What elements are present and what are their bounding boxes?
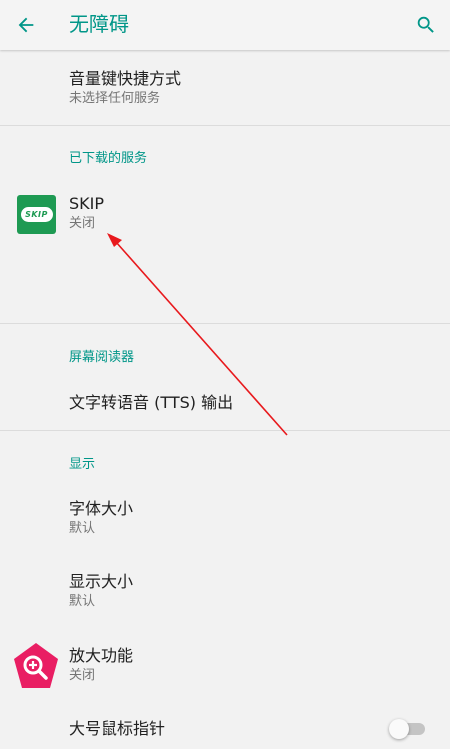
arrow-back-icon (18, 17, 34, 33)
downloaded-services-header: 已下载的服务 (69, 151, 148, 166)
magnification-item[interactable]: 放大功能 关闭 (0, 632, 450, 702)
large-pointer-toggle[interactable] (389, 718, 427, 740)
display-size-title: 显示大小 (69, 572, 134, 591)
divider (0, 430, 450, 431)
volume-shortcut-item[interactable]: 音量键快捷方式 未选择任何服务 (0, 52, 450, 125)
tts-output-title: 文字转语音 (TTS) 输出 (69, 393, 234, 412)
font-size-item[interactable]: 字体大小 默认 (0, 485, 450, 555)
font-size-summary: 默认 (69, 521, 96, 536)
tts-output-item[interactable]: 文字转语音 (TTS) 输出 (0, 380, 450, 428)
divider (0, 125, 450, 126)
screen-reader-header: 屏幕阅读器 (69, 350, 135, 365)
font-size-title: 字体大小 (69, 499, 134, 518)
display-size-summary: 默认 (69, 594, 96, 609)
divider (0, 323, 450, 324)
toggle-thumb (389, 719, 409, 739)
search-button[interactable] (412, 11, 440, 39)
back-button[interactable] (12, 11, 40, 39)
volume-shortcut-title: 音量键快捷方式 (69, 69, 182, 88)
magnification-title: 放大功能 (69, 646, 134, 665)
display-size-item[interactable]: 显示大小 默认 (0, 558, 450, 628)
large-pointer-title: 大号鼠标指针 (69, 719, 166, 738)
page-title: 无障碍 (69, 12, 129, 36)
magnification-summary: 关闭 (69, 668, 96, 683)
large-pointer-item[interactable]: 大号鼠标指针 (0, 706, 450, 749)
display-header: 显示 (69, 457, 96, 472)
skip-service-summary: 关闭 (69, 216, 96, 231)
skip-service-item[interactable]: SKIP 关闭 (0, 180, 450, 250)
magnification-icon (14, 643, 58, 688)
search-icon (417, 16, 434, 33)
app-bar: 无障碍 (0, 0, 450, 50)
skip-service-title: SKIP (69, 194, 105, 213)
skip-app-icon: SKIP (17, 195, 56, 234)
volume-shortcut-summary: 未选择任何服务 (69, 91, 161, 106)
skip-logo-text: SKIP (20, 207, 53, 222)
